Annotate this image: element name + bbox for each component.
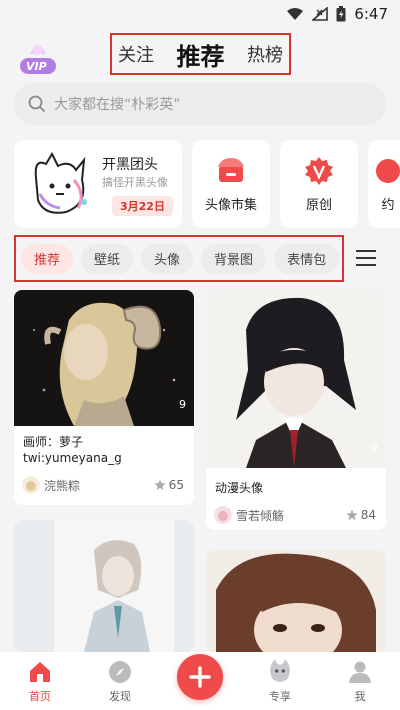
image-count: 9 xyxy=(179,398,186,411)
status-time: 6:47 xyxy=(354,5,388,23)
home-icon xyxy=(30,662,50,682)
feed-card[interactable] xyxy=(206,550,386,652)
user-icon xyxy=(349,661,371,683)
star-icon xyxy=(346,509,358,520)
tab-recommend[interactable]: 推荐 xyxy=(177,37,225,72)
publish-button[interactable] xyxy=(177,654,223,700)
post-text-line: 画师：萝子 xyxy=(23,435,84,449)
author[interactable]: 雪若倾觞 xyxy=(214,506,284,524)
promo-title: 开黑团头 xyxy=(102,157,158,173)
nav-discover[interactable]: 发现 xyxy=(90,660,150,704)
category-tabs: 推荐 壁纸 头像 背景图 表情包 xyxy=(14,235,344,282)
promo-subtitle: 搞怪开黑头像 xyxy=(102,176,168,189)
top-tabs: 关注 推荐 热榜 xyxy=(110,33,291,75)
like-count: 65 xyxy=(168,478,184,492)
original-v-icon xyxy=(305,156,333,185)
artwork-image-brown-hair xyxy=(206,550,386,652)
battery-icon xyxy=(336,6,346,22)
compass-icon xyxy=(109,661,131,683)
author[interactable]: 浣熊粽 xyxy=(22,476,80,494)
avatar xyxy=(22,476,40,494)
nav-label: 我 xyxy=(354,690,366,703)
tab-hot[interactable]: 热榜 xyxy=(247,41,283,67)
likes[interactable]: 65 xyxy=(154,478,184,492)
signal-icon xyxy=(312,7,329,21)
vip-badge[interactable]: VIP xyxy=(18,40,58,80)
partial-icon xyxy=(376,158,400,183)
artwork-image-silver-hair xyxy=(14,520,194,652)
avatar xyxy=(214,506,232,524)
tile-label: 原创 xyxy=(305,197,332,213)
nav-label: 专享 xyxy=(269,690,291,703)
nav-me[interactable]: 我 xyxy=(330,660,390,704)
nav-exclusive[interactable]: 专享 xyxy=(250,658,310,704)
post-description: 画师：萝子 twi:yumeyana_g xyxy=(23,434,122,466)
shop-icon xyxy=(218,157,244,182)
category-tab-avatar[interactable]: 头像 xyxy=(141,243,194,274)
likes[interactable]: 84 xyxy=(346,508,376,522)
promo-avatar xyxy=(34,151,87,214)
post-text-line: 动漫头像 xyxy=(215,481,264,495)
post-text-line: twi:yumeyana_g xyxy=(23,451,122,465)
feed-card[interactable] xyxy=(14,520,194,652)
search-icon xyxy=(28,95,46,113)
feed-card[interactable]: 9 画师：萝子 twi:yumeyana_g 浣熊粽 65 xyxy=(14,290,194,505)
category-tab-recommend[interactable]: 推荐 xyxy=(21,243,74,274)
tile-avatar-market[interactable]: 头像市集 xyxy=(192,140,270,228)
artwork-image-anime-boy xyxy=(206,290,386,468)
exclusive-icon xyxy=(270,659,290,682)
feed-card[interactable]: 9 动漫头像 雪若倾觞 84 xyxy=(206,290,386,530)
status-bar: 6:47 xyxy=(0,0,400,28)
author-name: 雪若倾觞 xyxy=(236,508,285,523)
tile-label: 约 xyxy=(381,197,395,213)
vip-label: VIP xyxy=(26,60,47,73)
header: VIP 关注 推荐 热榜 xyxy=(0,28,400,78)
nav-home[interactable]: 首页 xyxy=(10,660,70,704)
author-name: 浣熊粽 xyxy=(44,478,81,493)
feature-row: 开黑团头 搞怪开黑头像 3月22日 头像市集 原创 约 xyxy=(14,140,400,228)
tile-label: 头像市集 xyxy=(204,197,257,213)
tab-follow[interactable]: 关注 xyxy=(118,41,154,67)
image-count: 9 xyxy=(371,442,378,455)
tile-original[interactable]: 原创 xyxy=(280,140,358,228)
bottom-nav: 首页 发现 专享 我 xyxy=(0,652,400,710)
like-count: 84 xyxy=(360,508,376,522)
category-tab-wallpaper[interactable]: 壁纸 xyxy=(81,243,134,274)
artwork-image-ram-girl xyxy=(14,290,194,426)
nav-label: 发现 xyxy=(109,690,131,703)
search-placeholder: 大家都在搜“朴彩英” xyxy=(54,97,181,113)
search-bar[interactable]: 大家都在搜“朴彩英” xyxy=(14,83,386,125)
star-icon xyxy=(154,479,166,490)
plus-icon xyxy=(189,666,211,688)
promo-date: 3月22日 xyxy=(112,196,173,216)
nav-publish[interactable] xyxy=(170,654,230,704)
nav-label: 首页 xyxy=(29,690,51,703)
tile-partial[interactable]: 约 xyxy=(368,140,400,228)
category-tab-background[interactable]: 背景图 xyxy=(201,243,267,274)
wifi-icon xyxy=(287,8,304,20)
promo-card[interactable]: 开黑团头 搞怪开黑头像 3月22日 xyxy=(14,140,182,228)
menu-icon[interactable] xyxy=(355,248,377,268)
post-description: 动漫头像 xyxy=(215,480,263,496)
category-tab-emoji[interactable]: 表情包 xyxy=(274,243,340,274)
